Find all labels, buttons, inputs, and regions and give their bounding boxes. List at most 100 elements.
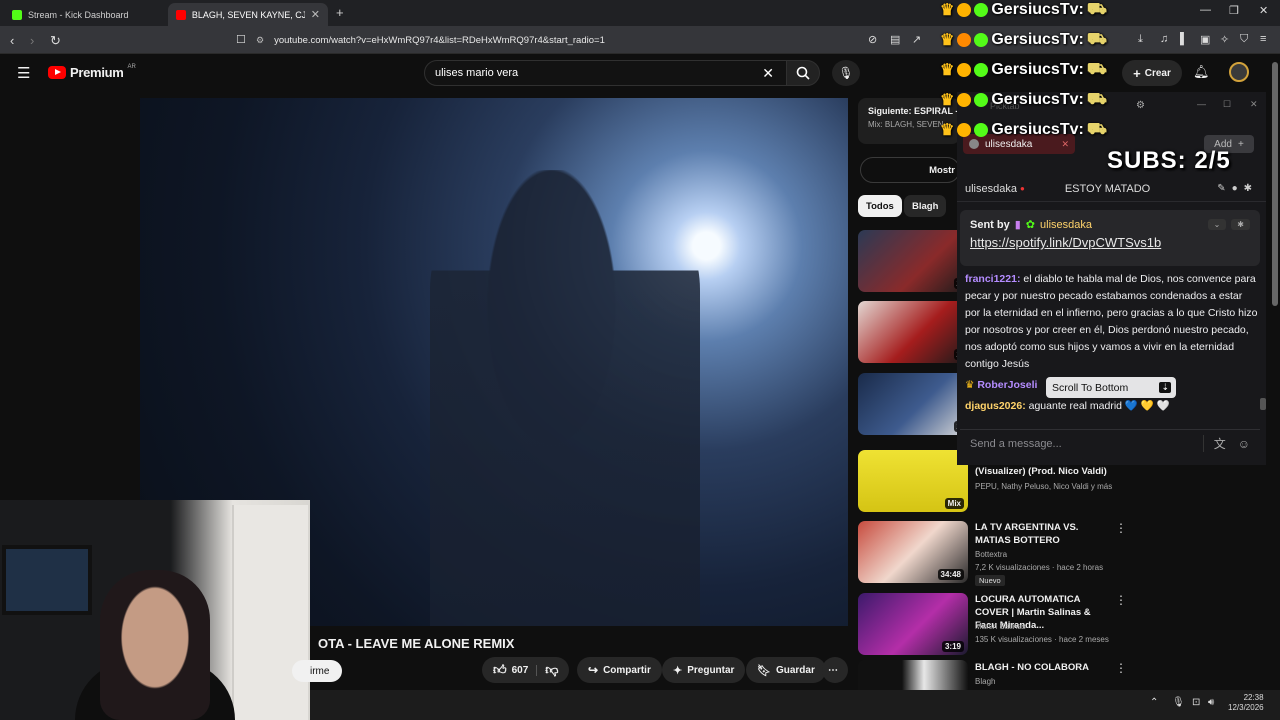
- tab-label: Stream - Kick Dashboard: [28, 9, 129, 20]
- tray-network-icon[interactable]: ⊡: [1192, 697, 1200, 708]
- more-options-icon[interactable]: ⋮: [1115, 521, 1127, 535]
- translate-icon[interactable]: 文: [1202, 435, 1226, 452]
- video-meta: 7,2 K visualizaciones · hace 2 horas: [975, 563, 1104, 572]
- download-icon[interactable]: ⤓: [1138, 33, 1143, 46]
- extension-icon[interactable]: ↗: [912, 33, 921, 46]
- video-channel[interactable]: Bottextra: [975, 548, 1125, 561]
- video-thumbnail[interactable]: 2: [858, 301, 968, 363]
- minimize-icon[interactable]: —: [1200, 4, 1211, 16]
- extension-icon[interactable]: ▤: [890, 33, 900, 46]
- ai-icon[interactable]: ✧: [1220, 33, 1229, 46]
- site-info-icon[interactable]: ⚙: [256, 35, 264, 46]
- video-thumbnail[interactable]: 2: [858, 373, 968, 435]
- ask-button[interactable]: ✦ Preguntar: [662, 657, 746, 683]
- notifications-bell-icon[interactable]: 🔔︎: [1193, 64, 1210, 80]
- clock-time: 22:38: [1243, 693, 1264, 702]
- chat-username[interactable]: djagus2026:: [965, 400, 1026, 412]
- video-thumbnail[interactable]: 3:19: [858, 593, 968, 655]
- page-scrollbar-thumb[interactable]: [1272, 62, 1278, 306]
- restore-icon[interactable]: ❐: [1229, 4, 1239, 17]
- new-tab-button[interactable]: +: [336, 5, 344, 20]
- chip-blagh[interactable]: Blagh: [904, 195, 947, 217]
- extension-icon[interactable]: ⊘: [868, 33, 877, 46]
- close-window-icon[interactable]: ✕: [1259, 4, 1268, 17]
- video-channel[interactable]: PEPU, Nathy Peluso, Nico Valdi y más: [975, 480, 1125, 493]
- pinned-link[interactable]: https://spotify.link/DvpCWTSvs1b: [970, 235, 1250, 250]
- more-options-icon[interactable]: ⋮: [1115, 661, 1127, 675]
- chat-tools-icons[interactable]: ✎●✱: [1217, 183, 1258, 194]
- subscribe-button[interactable]: irme: [292, 660, 342, 682]
- video-title[interactable]: LA TV ARGENTINA VS. MATIAS BOTTERO: [975, 521, 1113, 547]
- logo-text: Premium: [70, 65, 124, 80]
- back-icon[interactable]: ‹: [10, 33, 14, 48]
- collapse-icon[interactable]: ⌄: [1207, 219, 1227, 230]
- subs-counter: SUBS: 2/5: [1107, 147, 1231, 174]
- sticker-icon: ⛟: [1086, 31, 1107, 48]
- forward-icon[interactable]: ›: [30, 33, 34, 48]
- sparkle-icon: ✦: [673, 664, 683, 677]
- tray-mic-icon[interactable]: 🎙: [1172, 697, 1185, 708]
- chat-header: ulisesdaka ● ESTOY MATADO ✎●✱: [957, 176, 1266, 202]
- hamburger-menu-icon[interactable]: ☰: [17, 64, 30, 82]
- pinned-user[interactable]: ulisesdaka: [1040, 219, 1092, 231]
- video-channel[interactable]: Martin Salinas: [975, 620, 1125, 633]
- remove-chip-icon[interactable]: ✕: [1061, 139, 1069, 150]
- alert-gersiucs: ♛ GersiucsTv: ⛟: [940, 30, 1107, 50]
- clear-search-icon[interactable]: ✕: [762, 65, 774, 82]
- more-actions-button[interactable]: ⋯: [822, 657, 848, 683]
- settings-icon[interactable]: ⚙: [1136, 100, 1145, 111]
- music-icon[interactable]: ♫: [1160, 33, 1168, 45]
- share-button[interactable]: ↪ Compartir: [577, 657, 662, 683]
- webcam-person: [100, 570, 210, 720]
- chat-text: el diablo te habla mal de Dios, nos conv…: [965, 273, 1258, 370]
- shield-icon[interactable]: ⛉: [1240, 33, 1248, 46]
- coin-icon: [957, 3, 972, 17]
- youtube-logo[interactable]: Premium AR: [48, 64, 136, 80]
- thumbs-down-icon[interactable]: 👎︎: [542, 662, 558, 678]
- show-more-button[interactable]: Mostr: [860, 157, 960, 183]
- chat-message-input[interactable]: Send a message... 文 ☺: [960, 429, 1260, 457]
- tray-volume-icon[interactable]: 🔊︎: [1208, 697, 1214, 708]
- sticker-icon: ⛟: [1086, 61, 1107, 78]
- video-title[interactable]: BLAGH - NO COLABORA: [975, 661, 1113, 674]
- tab-kick-dashboard[interactable]: Stream - Kick Dashboard: [4, 3, 166, 26]
- thumbs-up-icon: 👍︎: [493, 662, 507, 677]
- more-options-icon[interactable]: ⋮: [1115, 593, 1127, 607]
- tray-clock[interactable]: 22:38 12/3/2026: [1228, 693, 1264, 713]
- chat-username[interactable]: RoberJoseli: [977, 379, 1037, 391]
- create-button[interactable]: + Crear: [1122, 60, 1182, 86]
- reload-icon[interactable]: ↻: [50, 33, 61, 49]
- save-button[interactable]: 🔖︎ Guardar: [746, 657, 826, 683]
- maximize-icon[interactable]: ☐: [1223, 99, 1231, 110]
- search-input[interactable]: ulises mario vera ✕: [424, 60, 787, 86]
- alert-name: GersiucsTv:: [991, 121, 1084, 138]
- menu-icon[interactable]: ≡: [1260, 33, 1266, 45]
- video-thumbnail[interactable]: [858, 660, 968, 690]
- voice-search-button[interactable]: 🎙: [832, 60, 860, 86]
- emote-icon[interactable]: ☺: [1238, 437, 1250, 451]
- video-title[interactable]: (Visualizer) (Prod. Nico Valdi): [975, 465, 1113, 478]
- close-icon[interactable]: ✕: [1250, 99, 1258, 110]
- alert-gersiucs: ♛ GersiucsTv: ⛟: [940, 90, 1107, 110]
- sidebar-icon[interactable]: ▌: [1180, 33, 1188, 45]
- avatar[interactable]: [1229, 62, 1249, 82]
- minimize-icon[interactable]: —: [1197, 99, 1206, 109]
- chat-username[interactable]: franci1221:: [965, 273, 1020, 285]
- chat-scrollbar[interactable]: [1260, 398, 1266, 410]
- close-tab-icon[interactable]: ✕: [311, 8, 320, 21]
- tab-youtube[interactable]: BLAGH, SEVEN KAYNE, CJOTA - L ✕: [168, 3, 328, 26]
- tray-chevron-icon[interactable]: ⌃: [1150, 697, 1158, 708]
- wallet-icon[interactable]: ▣: [1200, 33, 1210, 46]
- chip-todos[interactable]: Todos: [858, 195, 902, 217]
- unpin-icon[interactable]: ✱: [1231, 219, 1250, 230]
- search-button[interactable]: [786, 60, 820, 86]
- bookmark-icon[interactable]: ☐: [236, 33, 246, 46]
- create-label: Crear: [1144, 67, 1171, 79]
- video-thumbnail[interactable]: 2: [858, 230, 968, 292]
- pinned-message[interactable]: Sent by ▮ ✿ ulisesdaka ⌄ ✱ https://spoti…: [960, 210, 1260, 266]
- like-button[interactable]: 👍︎ 607 👎︎: [482, 657, 570, 683]
- video-thumbnail[interactable]: Mix: [858, 450, 968, 512]
- scroll-to-bottom-button[interactable]: Scroll To Bottom ⇣: [1046, 377, 1176, 398]
- video-channel[interactable]: Blagh: [975, 675, 1125, 688]
- video-thumbnail[interactable]: 34:48: [858, 521, 968, 583]
